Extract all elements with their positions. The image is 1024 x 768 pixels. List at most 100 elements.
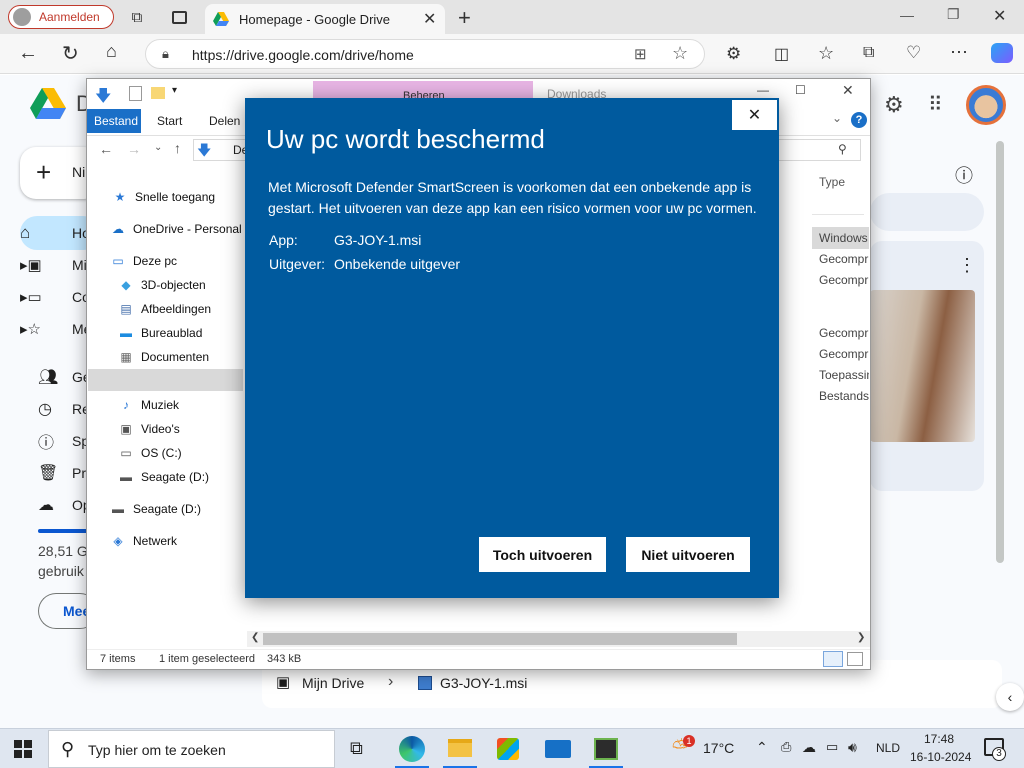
nav-item-muziek[interactable]: ♪ Muziek (117, 393, 179, 417)
maximize-icon[interactable]: ☐ (795, 83, 806, 97)
back-icon[interactable]: ← (99, 141, 113, 157)
file-explorer-taskbar-icon[interactable] (448, 739, 472, 757)
column-header-type[interactable]: Type (819, 175, 845, 189)
search-field[interactable] (777, 139, 861, 161)
sidebar-item-storage[interactable]: ☁ Op (20, 487, 91, 523)
up-icon[interactable]: ↑ (174, 140, 181, 156)
search-filter-chip[interactable] (870, 193, 984, 231)
terminal-taskbar-icon[interactable] (594, 738, 618, 760)
sidebar-item-computers[interactable]: ▸▭ Co (20, 279, 90, 315)
split-screen-icon[interactable]: ◫ (774, 44, 789, 64)
extensions-icon[interactable]: ⚙ (726, 44, 741, 64)
nav-item-documenten[interactable]: ▦ Documenten (117, 345, 209, 369)
run-anyway-button[interactable]: Toch uitvoeren (479, 537, 606, 572)
close-tab-icon[interactable]: ✕ (423, 9, 436, 29)
suggested-file-card[interactable]: ⋮ (870, 241, 984, 491)
taskbar-search-box[interactable]: ⚲ Typ hier om te zoeken (48, 730, 335, 768)
clock-time[interactable]: 17:48 (924, 732, 954, 746)
copilot-icon[interactable] (991, 43, 1013, 63)
network-icon[interactable]: ▭ (826, 739, 838, 755)
info-icon[interactable]: ⓘ (955, 162, 973, 188)
folder-icon[interactable] (151, 87, 165, 99)
workspaces-icon[interactable]: ⧉ (128, 8, 146, 26)
nav-item-video-s[interactable]: ▣ Video's (117, 417, 179, 441)
favorites-icon[interactable]: ☆ (818, 43, 834, 64)
meet-now-icon[interactable]: ⎙ (781, 739, 791, 755)
settings-icon[interactable]: ⚙ (884, 92, 904, 118)
nav-item-netwerk[interactable]: ◈ Netwerk (109, 529, 177, 553)
sidebar-item-home[interactable]: ⌂ Ho (20, 215, 90, 251)
type-cell: Gecompri (819, 273, 869, 287)
start-button[interactable] (14, 740, 32, 758)
nav-item-seagate-d[interactable]: ▬ Seagate (D:) (117, 465, 209, 489)
dont-run-button[interactable]: Niet uitvoeren (626, 537, 750, 572)
sidebar-item-spam[interactable]: ⓘ Sp (20, 423, 89, 459)
help-icon[interactable]: ? (851, 112, 867, 128)
mail-taskbar-icon[interactable] (545, 740, 571, 758)
scroll-left-icon[interactable]: ❮ (251, 632, 259, 643)
edge-taskbar-icon[interactable] (399, 736, 425, 762)
minimize-icon[interactable]: — (757, 83, 769, 97)
chevron-up-icon[interactable]: ⌃ (756, 739, 768, 756)
breadcrumb-root[interactable]: Mijn Drive (302, 675, 364, 691)
nav-item-os-c[interactable]: ▭ OS (C:) (117, 441, 181, 465)
details-view-icon[interactable] (823, 651, 843, 667)
scrollbar-thumb[interactable] (263, 633, 737, 645)
clock-date[interactable]: 16-10-2024 (910, 750, 971, 764)
sidebar-item-my-drive[interactable]: ▸▣ Mi (20, 247, 87, 283)
nav-item-seagate-d[interactable]: ▬ Seagate (D:) (109, 497, 201, 521)
horizontal-scrollbar[interactable]: ❮ ❯ (247, 631, 870, 647)
sidebar-item-shared[interactable]: ▸☆ Me (20, 311, 91, 347)
close-window-icon[interactable]: ✕ (993, 6, 1006, 26)
nav-item-deze-pc[interactable]: ▭ Deze pc (109, 249, 177, 273)
restore-icon[interactable]: ❐ (947, 6, 960, 23)
cloud-icon: ☁ (112, 222, 124, 236)
scrollbar[interactable] (996, 141, 1004, 563)
back-icon[interactable]: ← (18, 42, 38, 65)
side-panel-toggle[interactable]: ‹ (996, 683, 1024, 711)
browser-essentials-icon[interactable]: ♡ (906, 43, 921, 63)
nav-item-bureaublad[interactable]: ▬ Bureaublad (117, 321, 202, 345)
home-icon[interactable]: ⌂ (106, 41, 117, 62)
profile-button[interactable]: Aanmelden (8, 5, 114, 29)
ribbon-expand-icon[interactable]: ⌄ (832, 111, 842, 125)
new-tab-icon[interactable]: + (458, 5, 471, 31)
properties-icon[interactable] (129, 86, 142, 101)
address-field[interactable]: 🔒︎ https://drive.google.com/drive/home ⊞… (145, 39, 705, 69)
scroll-right-icon[interactable]: ❯ (857, 632, 865, 643)
read-aloud-icon[interactable]: ⊞ (634, 45, 647, 63)
apps-grid-icon[interactable]: ⠿ (928, 92, 943, 117)
store-taskbar-icon[interactable] (497, 738, 519, 760)
minimize-icon[interactable]: — (900, 7, 914, 23)
sidebar-item-trash[interactable]: 🗑︎ Pr (20, 455, 86, 491)
breadcrumb-file[interactable]: G3-JOY-1.msi (440, 675, 527, 691)
forward-icon[interactable]: → (127, 141, 141, 157)
language-indicator[interactable]: NLD (876, 741, 900, 755)
nav-item-3d-objecten[interactable]: ◆ 3D-objecten (117, 273, 205, 297)
task-view-icon[interactable]: ⧉ (350, 738, 363, 759)
tab-actions-icon[interactable] (170, 8, 188, 26)
refresh-icon[interactable]: ↻ (62, 41, 79, 66)
dialog-close-button[interactable]: ✕ (732, 100, 777, 130)
more-menu-icon[interactable]: ⋯ (950, 42, 968, 63)
qat-dropdown-icon[interactable]: ▾ (172, 85, 177, 96)
menu-share[interactable]: Delen (209, 114, 240, 128)
account-avatar[interactable] (966, 85, 1006, 125)
recent-dropdown-icon[interactable]: ⌄ (154, 142, 162, 153)
favorite-star-icon[interactable]: ☆ (672, 43, 688, 64)
menu-start[interactable]: Start (157, 114, 182, 128)
nav-item-afbeeldingen[interactable]: ▤ Afbeeldingen (117, 297, 211, 321)
sidebar-item-recent[interactable]: ◷ Re (20, 391, 90, 427)
more-vert-icon[interactable]: ⋮ (958, 255, 976, 276)
close-icon[interactable]: ✕ (842, 82, 854, 99)
large-icons-view-icon[interactable] (847, 652, 863, 666)
tab-google-drive[interactable]: Homepage - Google Drive ✕ (205, 4, 445, 34)
collections-icon[interactable]: ⧉ (863, 44, 874, 62)
sidebar-item-shared-with-me[interactable]: 👥︎ Ge (20, 359, 91, 395)
onedrive-icon[interactable]: ☁ (802, 739, 816, 756)
cloud-icon: ☁ (38, 497, 54, 514)
drive-d-icon: ▬ (112, 502, 124, 516)
nav-item-onedrive-personal[interactable]: ☁ OneDrive - Personal (109, 217, 242, 241)
volume-icon[interactable]: 🔊︎ (848, 739, 857, 756)
nav-item-snelle-toegang[interactable]: ★ Snelle toegang (111, 185, 215, 209)
